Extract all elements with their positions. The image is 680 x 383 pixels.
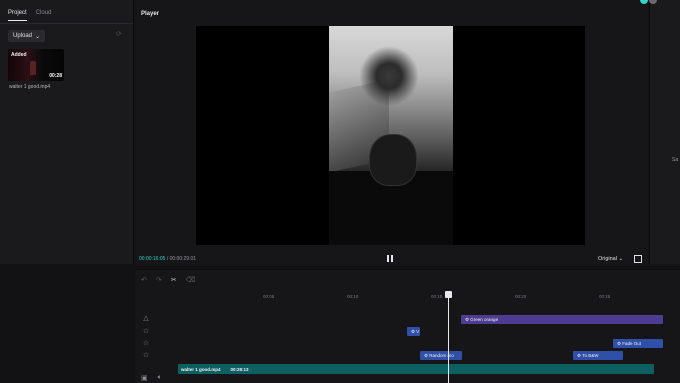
clip-label: V bbox=[416, 329, 420, 334]
playhead-line bbox=[448, 293, 449, 383]
clip-label: To B&W bbox=[582, 353, 599, 358]
ruler-label: 00:10 bbox=[347, 294, 359, 299]
video-track-icon[interactable]: ▣ bbox=[141, 374, 148, 382]
clip-small-effect[interactable]: ⚙ V bbox=[407, 327, 420, 336]
pause-icon-bar-left bbox=[387, 255, 389, 262]
clip-green-orange[interactable]: ⚙ Green orange bbox=[461, 315, 663, 324]
effect-track-icon[interactable]: ☆ bbox=[142, 328, 150, 336]
video-track-controls: ▣ 🔈︎ bbox=[141, 374, 162, 382]
pause-icon-bar-right bbox=[391, 255, 393, 262]
tab-project[interactable]: Project bbox=[8, 10, 27, 21]
media-thumbnail[interactable]: Added 00:28 bbox=[8, 49, 64, 81]
delete-icon[interactable]: ⌫ bbox=[186, 276, 196, 284]
chevron-down-icon: ⌄ bbox=[618, 256, 624, 262]
timeline-toolbar: ↶ ↷ ✂ ⌫ bbox=[141, 276, 196, 284]
pause-button[interactable] bbox=[386, 254, 394, 263]
media-filename: walter 1 good.mp4 bbox=[9, 84, 51, 90]
ruler-label: 00:15 bbox=[431, 294, 443, 299]
video-clip-duration: 00:28:13 bbox=[230, 366, 249, 372]
timecode: 00:00:16:05 / 00:00:29:01 bbox=[139, 256, 196, 262]
clip-label: Fade Out bbox=[622, 341, 642, 346]
clip-label: Green orange bbox=[470, 317, 499, 322]
video-clip-name: walter 1 good.mp4 bbox=[181, 366, 221, 372]
current-time: 00:00:16:05 bbox=[139, 256, 166, 262]
grey-dot-icon[interactable] bbox=[649, 0, 657, 4]
player-title: Player bbox=[141, 11, 160, 17]
playhead-handle[interactable] bbox=[445, 291, 452, 298]
media-tabs: Project Cloud bbox=[8, 10, 51, 21]
thumbnail-figure bbox=[30, 61, 36, 75]
timeline-ruler[interactable]: 00:05 00:10 00:15 00:20 00:25 bbox=[135, 292, 680, 302]
tabs-divider bbox=[0, 23, 133, 24]
video-canvas[interactable] bbox=[196, 26, 585, 245]
media-panel: Project Cloud Upload ⌄ ⟳ Added 00:28 wal… bbox=[0, 0, 134, 264]
refresh-icon[interactable]: ⟳ bbox=[116, 31, 124, 39]
effect-track-icon-2[interactable]: ☆ bbox=[142, 340, 150, 348]
undo-icon[interactable]: ↶ bbox=[141, 276, 147, 284]
right-panel: Sa bbox=[649, 0, 680, 264]
tab-cloud[interactable]: Cloud bbox=[36, 10, 52, 21]
clip-main-video[interactable]: walter 1 good.mp4 00:28:13 bbox=[178, 364, 654, 374]
timeline-panel: ↶ ↷ ✂ ⌫ 00:05 00:10 00:15 00:20 00:25 △ … bbox=[135, 269, 680, 383]
right-panel-label: Sa bbox=[672, 157, 679, 163]
ruler-label: 00:05 bbox=[263, 294, 275, 299]
redo-icon[interactable]: ↷ bbox=[156, 276, 162, 284]
added-badge: Added bbox=[11, 52, 27, 58]
media-duration: 00:28 bbox=[49, 73, 62, 79]
effect-track-icon-3[interactable]: ☆ bbox=[142, 352, 150, 360]
accent-dot-icon[interactable] bbox=[640, 0, 648, 4]
clip-to-bw[interactable]: ⚙ To B&W bbox=[573, 351, 623, 360]
upload-button[interactable]: Upload ⌄ bbox=[8, 30, 46, 42]
split-icon[interactable]: ✂ bbox=[171, 276, 177, 284]
frame-head bbox=[369, 134, 417, 186]
filter-track-icon[interactable]: △ bbox=[142, 315, 150, 323]
aspect-ratio-select[interactable]: Original ⌄ bbox=[598, 256, 623, 262]
ruler-label: 00:25 bbox=[599, 294, 611, 299]
total-time: 00:00:29:01 bbox=[169, 256, 197, 262]
upload-label: Upload bbox=[13, 33, 33, 39]
ratio-label: Original bbox=[598, 256, 617, 262]
player-panel: Player 00:00:16:05 / 00:00:29:01 Origina… bbox=[135, 0, 648, 264]
volume-icon[interactable]: 🔈︎ bbox=[158, 374, 162, 382]
frame-debris bbox=[359, 46, 419, 106]
ruler-label: 00:20 bbox=[515, 294, 527, 299]
clip-random-mo[interactable]: ⚙ Random mo bbox=[420, 351, 462, 360]
clip-fade-out[interactable]: ⚙ Fade Out bbox=[613, 339, 663, 348]
fullscreen-icon[interactable] bbox=[634, 255, 642, 263]
clip-label: Random mo bbox=[429, 353, 454, 358]
video-frame bbox=[329, 26, 453, 245]
window-controls bbox=[640, 0, 657, 4]
chevron-down-icon: ⌄ bbox=[35, 33, 41, 40]
